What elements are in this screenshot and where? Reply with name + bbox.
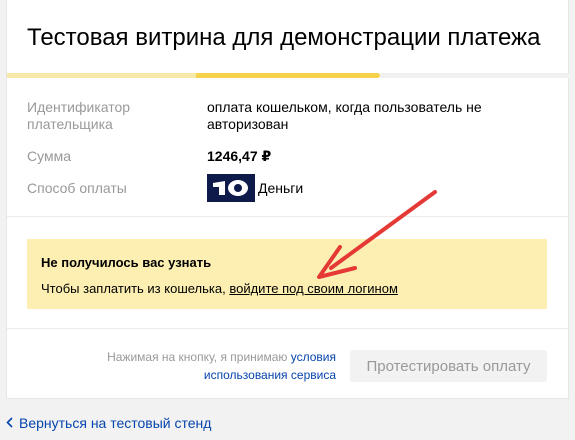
notice-text-prefix: Чтобы заплатить из кошелька, — [41, 281, 230, 296]
back-link[interactable]: Вернуться на тестовый стенд — [6, 415, 211, 431]
progress-step-2 — [196, 73, 380, 78]
payment-card: Тестовая витрина для демонстрации платеж… — [6, 0, 570, 399]
payment-method-label: Способ оплаты — [27, 180, 127, 196]
test-payment-button[interactable]: Протестировать оплату — [350, 350, 547, 382]
divider — [7, 216, 568, 217]
amount-value: 1246,47 ₽ — [207, 148, 272, 164]
chevron-left-icon — [6, 415, 13, 431]
payer-id-label: Идентификатор плательщика — [27, 99, 131, 132]
amount-label: Сумма — [27, 148, 71, 164]
yandex-money-logo-icon — [207, 174, 255, 202]
divider — [7, 328, 568, 329]
payer-id-value: оплата кошельком, когда пользователь не … — [207, 99, 482, 132]
page-title: Тестовая витрина для демонстрации платеж… — [27, 24, 541, 51]
login-notice: Не получилось вас узнать Чтобы заплатить… — [27, 239, 547, 309]
notice-text: Чтобы заплатить из кошелька, войдите под… — [41, 281, 398, 296]
terms-text: Нажимая на кнопку, я принимаю условия ис… — [62, 348, 336, 384]
terms-prefix: Нажимая на кнопку, я принимаю — [107, 350, 291, 364]
login-link[interactable]: войдите под своим логином — [229, 281, 398, 296]
back-link-label: Вернуться на тестовый стенд — [19, 415, 212, 431]
progress-step-1 — [7, 73, 196, 78]
payment-method-name: Деньги — [258, 180, 304, 196]
progress-step-3 — [380, 73, 570, 78]
notice-title: Не получилось вас узнать — [41, 255, 212, 270]
progress-bar — [7, 73, 570, 78]
